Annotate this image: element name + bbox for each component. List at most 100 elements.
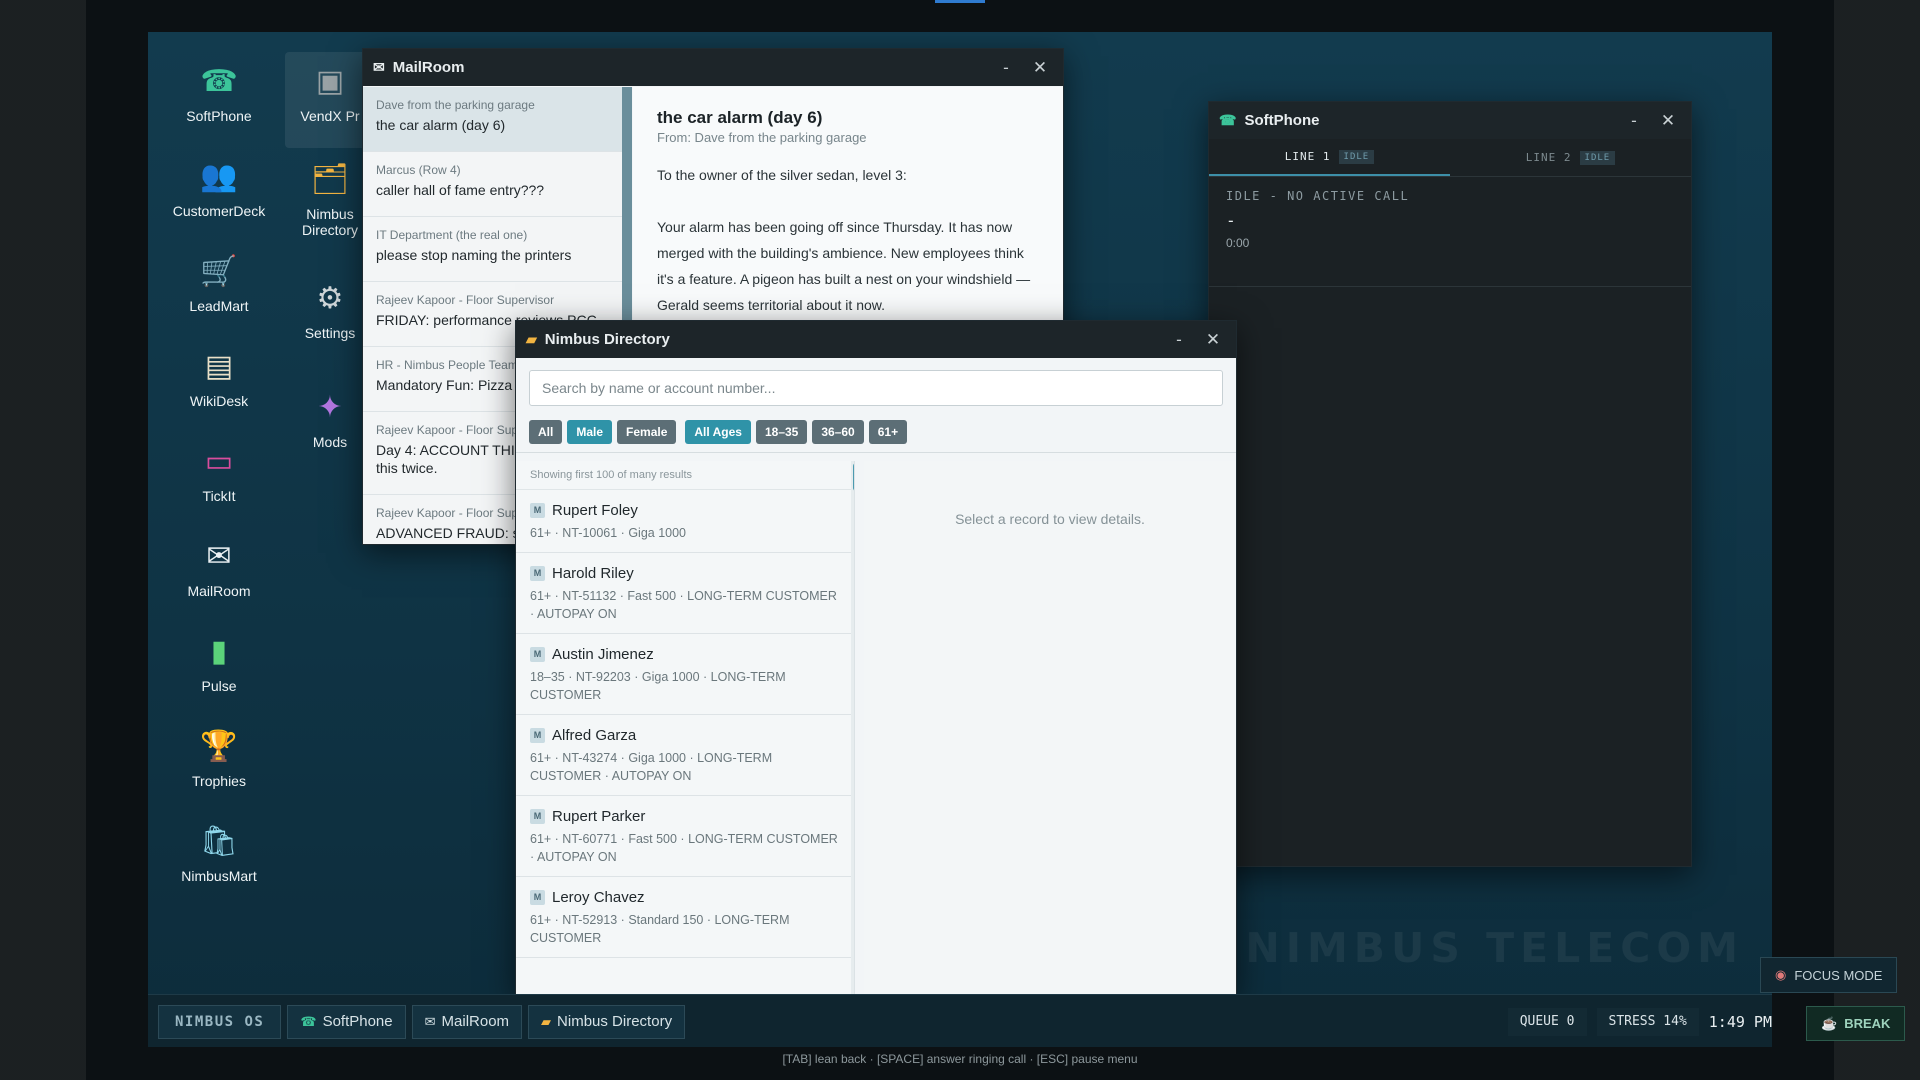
folder-icon: ▰	[541, 1013, 552, 1029]
mail-icon: ✉	[206, 539, 232, 573]
record-name: Rupert Parker	[552, 808, 646, 825]
filter-age-2[interactable]: 36–60	[812, 420, 864, 444]
window-title: Nimbus Directory	[544, 331, 670, 348]
gender-badge: M	[530, 566, 545, 581]
directory-record[interactable]: M Alfred Garza 61+ · NT-43274 · Giga 1000 …	[516, 715, 854, 796]
gender-badge: M	[530, 503, 545, 518]
tab-line-2[interactable]: LINE 2 IDLE	[1450, 139, 1691, 176]
mail-list-item[interactable]: Marcus (Row 4) caller hall of fame entry?…	[363, 152, 622, 217]
gender-badge: M	[530, 890, 545, 905]
mail-subject: the car alarm (day 6)	[657, 108, 823, 127]
mail-list-item[interactable]: Dave from the parking garage the car alar…	[363, 87, 622, 152]
desktop-icon-trophies[interactable]: 🏆 Trophies	[164, 725, 274, 790]
search-placeholder: Search by name or account number...	[542, 380, 776, 396]
call-timer: 0:00	[1226, 236, 1250, 250]
call-status: IDLE - NO ACTIVE CALL	[1226, 189, 1410, 203]
record-meta: 18–35 · NT-92203 · Giga 1000 · LONG-TERM…	[530, 670, 786, 702]
desktop-icon-tickit[interactable]: ▭ TickIt	[164, 440, 274, 505]
mail-icon: ✉	[373, 59, 385, 75]
line-label: LINE 1	[1284, 150, 1331, 163]
keyboard-hint: [TAB] lean back · [SPACE] answer ringing…	[782, 1052, 1138, 1066]
directory-record[interactable]: M Rupert Foley 61+ · NT-10061 · Giga 1000	[516, 490, 854, 553]
chart-icon: ▮	[210, 634, 228, 668]
record-name: Leroy Chavez	[552, 889, 645, 906]
tab-line-1[interactable]: LINE 1 IDLE	[1209, 139, 1450, 176]
mail-list-item[interactable]: IT Department (the real one) please stop …	[363, 217, 622, 282]
filter-female[interactable]: Female	[617, 420, 677, 444]
taskbar-label: MailRoom	[441, 1013, 510, 1030]
record-meta: 61+ · NT-43274 · Giga 1000 · LONG-TERM C…	[530, 751, 773, 783]
mail-from: From: Dave from the parking garage	[657, 130, 867, 145]
desktop-icon-softphone[interactable]: ☎ SoftPhone	[164, 60, 274, 125]
record-name-row: M Rupert Parker	[530, 808, 840, 825]
mail-paragraph: Your alarm has been going off since Thur…	[657, 219, 1031, 313]
desktop-icon-pulse[interactable]: ▮ Pulse	[164, 630, 274, 695]
close-button[interactable]: ✕	[1027, 58, 1053, 78]
brand-watermark: NIMBUS TELECOM	[1245, 924, 1744, 972]
desktop-icon-leadmart[interactable]: 🛒 LeadMart	[164, 250, 274, 315]
directory-record[interactable]: M Harold Riley 61+ · NT-51132 · Fast 500 ·…	[516, 553, 854, 634]
directory-record[interactable]: M Rupert Parker 61+ · NT-60771 · Fast 500 …	[516, 796, 854, 877]
minimize-button[interactable]: -	[1621, 111, 1647, 131]
desktop-icon-label: NimbusMart	[181, 868, 257, 884]
filter-age-1[interactable]: 18–35	[755, 420, 808, 444]
desktop-icon-nimbusmart[interactable]: 🛍 NimbusMart	[164, 820, 274, 885]
desktop-icon-label: LeadMart	[189, 298, 249, 314]
search-input[interactable]: Search by name or account number...	[529, 370, 1223, 406]
taskbar-softphone[interactable]: ☎ SoftPhone	[287, 1004, 406, 1039]
break-button[interactable]: ☕ BREAK	[1806, 1006, 1906, 1041]
desktop-icon-mailroom[interactable]: ✉ MailRoom	[164, 535, 274, 600]
record-name: Alfred Garza	[552, 727, 637, 744]
gender-badge: M	[530, 809, 545, 824]
directory-window[interactable]: ▰ Nimbus Directory - ✕ Search by name or…	[515, 320, 1237, 996]
cart-icon: 🛒	[200, 254, 238, 288]
desktop-icon-customerdeck[interactable]: 👥 CustomerDeck	[164, 155, 274, 220]
gear-icon: ⚙	[316, 281, 344, 315]
directory-record[interactable]: M Leroy Chavez 61+ · NT-52913 · Standard 1…	[516, 877, 854, 958]
mail-subject-preview: please stop naming the printers	[376, 247, 572, 263]
record-name-row: M Austin Jimenez	[530, 646, 840, 663]
call-status-panel: IDLE - NO ACTIVE CALL - 0:00	[1209, 177, 1691, 287]
record-detail-pane: Select a record to view details.	[864, 461, 1236, 995]
taskbar: NIMBUS OS ☎ SoftPhone ✉ MailRoom ▰ Nimbus D…	[148, 994, 1772, 1047]
softphone-titlebar[interactable]: ☎ SoftPhone - ✕	[1209, 102, 1691, 139]
desktop-icon-label: Trophies	[192, 773, 246, 789]
record-meta: 61+ · NT-52913 · Standard 150 · LONG-TER…	[530, 913, 790, 945]
taskbar-mailroom[interactable]: ✉ MailRoom	[411, 1004, 523, 1039]
mailroom-titlebar[interactable]: ✉ MailRoom - ✕	[363, 49, 1063, 86]
list-scrollbar[interactable]	[851, 461, 854, 995]
minimize-button[interactable]: -	[993, 58, 1019, 78]
close-button[interactable]: ✕	[1200, 330, 1226, 350]
clock: 1:49 PM	[1708, 1012, 1772, 1031]
record-name-row: M Leroy Chavez	[530, 889, 840, 906]
close-button[interactable]: ✕	[1655, 111, 1681, 131]
desktop-icon-wikidesk[interactable]: ▤ WikiDesk	[164, 345, 274, 410]
mail-subject-preview: caller hall of fame entry???	[376, 182, 545, 198]
focus-mode-button[interactable]: ◉ FOCUS MODE	[1760, 957, 1898, 993]
directory-titlebar[interactable]: ▰ Nimbus Directory - ✕	[516, 321, 1236, 358]
mail-sender: Marcus (Row 4)	[376, 163, 461, 177]
scrollbar-thumb[interactable]	[853, 463, 854, 491]
directory-record[interactable]: M Austin Jimenez 18–35 · NT-92203 · Giga 1…	[516, 634, 854, 715]
start-button[interactable]: NIMBUS OS	[158, 1004, 282, 1039]
phone-icon: ☎	[200, 64, 238, 98]
filter-male[interactable]: Male	[567, 420, 613, 444]
desktop-icon-label: MailRoom	[187, 583, 251, 599]
minimize-button[interactable]: -	[1166, 330, 1192, 350]
folder-icon: ▰	[526, 331, 537, 347]
folder-icon: 🗂	[310, 162, 350, 196]
taskbar-directory[interactable]: ▰ Nimbus Directory	[528, 1004, 686, 1039]
vending-icon: ▣	[315, 64, 345, 98]
filter-age-0[interactable]: All Ages	[685, 420, 751, 444]
record-name-row: M Harold Riley	[530, 565, 840, 582]
window-title: SoftPhone	[1244, 112, 1320, 129]
bag-icon: 🛍	[199, 824, 239, 858]
softphone-window[interactable]: ☎ SoftPhone - ✕ LINE 1 IDLE LINE 2 IDLE …	[1208, 101, 1692, 867]
filter-bar: All Male Female All Ages 18–35 36–60 61+	[516, 414, 1236, 453]
filter-age-3[interactable]: 61+	[868, 420, 908, 444]
filter-all[interactable]: All	[529, 420, 563, 444]
desktop-icon-label: Pulse	[201, 678, 237, 694]
desktop: NIMBUS TELECOM ☎ SoftPhone 👥 CustomerDeck 🛒 L…	[148, 32, 1772, 1047]
top-indicator	[935, 0, 985, 3]
caller-name: -	[1226, 211, 1236, 230]
